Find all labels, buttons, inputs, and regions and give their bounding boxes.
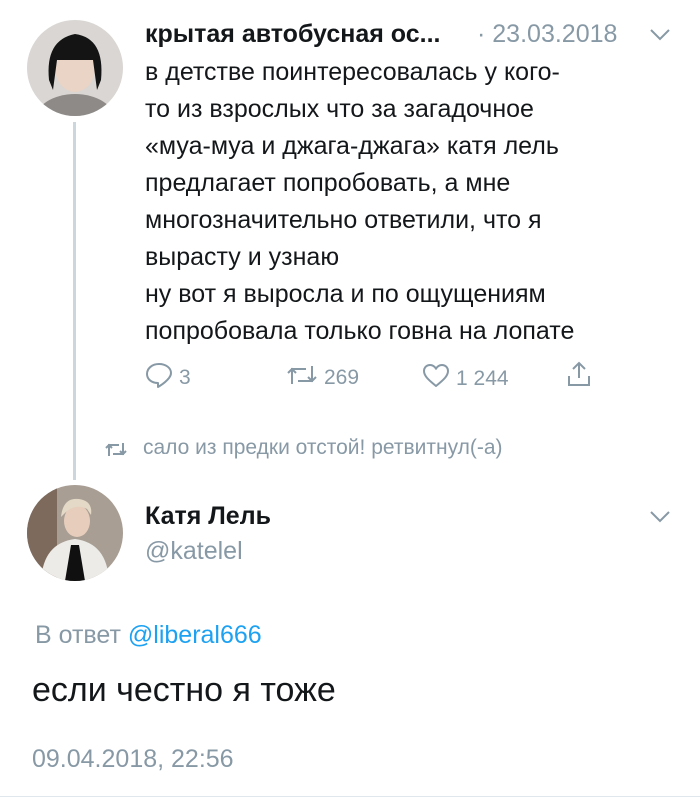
date-separator: ·	[477, 20, 486, 48]
share-icon	[566, 360, 592, 394]
date-text: 23.03.2018	[492, 20, 618, 48]
thread-line	[73, 122, 76, 480]
like-count: 1 244	[456, 366, 509, 390]
tweet-text-line: многозначительно ответили, что я	[145, 206, 542, 234]
like-icon	[422, 363, 450, 394]
share-button[interactable]	[566, 360, 592, 394]
tweet-text-line: попробовала только говна на лопате	[145, 317, 575, 345]
retweet-icon	[104, 441, 128, 463]
tweet-date: · 23.03.2018	[477, 20, 617, 49]
author-name[interactable]: Катя Лель	[145, 502, 271, 531]
chevron-down-icon[interactable]	[650, 510, 670, 528]
reply-context: В ответ @liberal666	[35, 621, 262, 650]
author-name[interactable]: крытая автобусная ос...	[145, 20, 440, 49]
reply-button[interactable]: 3	[145, 362, 191, 394]
divider	[0, 796, 700, 797]
tweet-text-line: в детстве поинтересовалась у кого-	[145, 58, 560, 86]
chevron-down-icon[interactable]	[650, 28, 670, 46]
reply-prefix: В ответ	[35, 621, 121, 649]
tweet-text: если честно я тоже	[32, 671, 336, 709]
reply-count: 3	[179, 366, 191, 389]
reply-handle-link[interactable]: @liberal666	[128, 621, 262, 649]
retweet-icon	[286, 364, 318, 392]
avatar[interactable]	[27, 485, 123, 581]
retweeted-by-label[interactable]: сало из предки отстой! ретвитнул(-а)	[143, 436, 503, 460]
tweet-text: в детстве поинтересовалась у кого- то из…	[145, 54, 574, 350]
tweet-text-line: то из взрослых что за загадочное	[145, 95, 534, 123]
tweet-timestamp[interactable]: 09.04.2018, 22:56	[32, 745, 234, 774]
tweet-text-line: ну вот я выросла и по ощущениям	[145, 280, 546, 308]
tweet-text-line: «муа-муа и джага-джага» катя лель	[145, 132, 559, 160]
reply-icon	[145, 362, 173, 394]
retweet-button[interactable]: 269	[286, 364, 359, 392]
like-button[interactable]: 1 244	[422, 363, 509, 394]
tweet-text-line: предлагает попробовать, а мне	[145, 169, 511, 197]
retweet-count: 269	[324, 366, 360, 389]
avatar[interactable]	[27, 20, 123, 116]
tweet-text-line: вырасту и узнаю	[145, 243, 340, 271]
author-handle[interactable]: @katelel	[145, 537, 243, 566]
